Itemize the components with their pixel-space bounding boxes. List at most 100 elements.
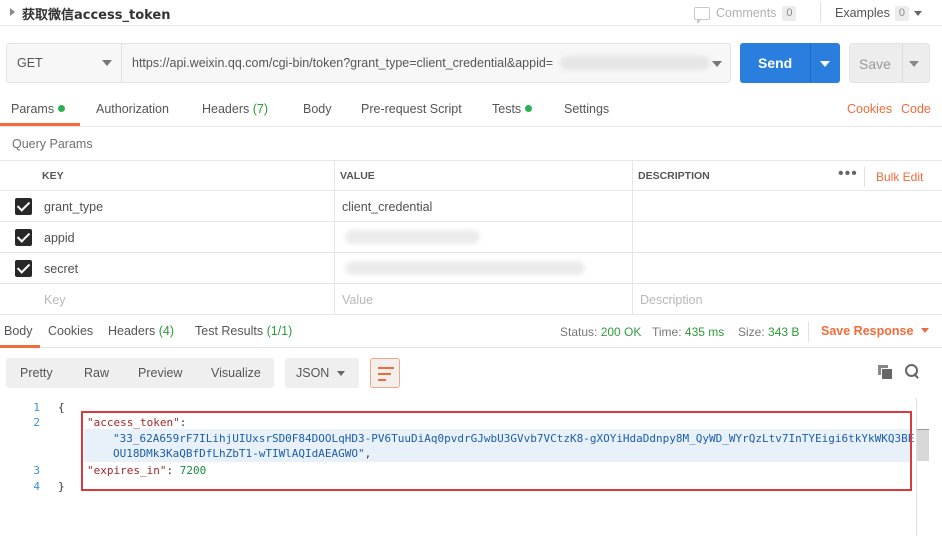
view-pretty-button[interactable]: Pretty: [20, 366, 53, 380]
query-params-title: Query Params: [12, 137, 93, 151]
line-number: 4: [33, 480, 40, 493]
param-checkbox[interactable]: [15, 229, 32, 246]
time-label: Time:: [652, 325, 682, 339]
redacted-value: [345, 230, 480, 244]
url-input[interactable]: https://api.weixin.qq.com/cgi-bin/token?…: [132, 56, 553, 70]
tab-headers-count: (7): [252, 102, 269, 116]
table-row: appid: [0, 222, 942, 253]
column-header-value: VALUE: [340, 170, 375, 182]
more-options-icon[interactable]: •••: [838, 165, 858, 183]
tab-prerequest-script[interactable]: Pre-request Script: [361, 102, 462, 116]
line-number: 2: [33, 416, 40, 429]
copy-icon[interactable]: [878, 365, 893, 380]
comments-button[interactable]: Comments 0: [694, 3, 797, 24]
active-dot-icon: [525, 105, 533, 112]
tab-tests-label: Tests: [492, 102, 522, 116]
tab-test-results-count: (1/1): [266, 324, 293, 338]
comments-count-badge: 0: [782, 5, 797, 21]
column-header-key: KEY: [42, 170, 64, 182]
param-value-cell[interactable]: [335, 253, 633, 284]
scrollbar-thumb[interactable]: [917, 429, 929, 461]
chevron-down-icon: [921, 328, 930, 333]
table-row: secret: [0, 253, 942, 284]
new-description-input[interactable]: Description: [640, 293, 703, 307]
param-description[interactable]: [633, 191, 942, 222]
tab-authorization[interactable]: Authorization: [96, 102, 169, 116]
view-visualize-button[interactable]: Visualize: [211, 366, 261, 380]
chevron-down-icon: [337, 371, 345, 376]
param-key[interactable]: secret: [44, 262, 78, 276]
bulk-edit-link[interactable]: Bulk Edit: [876, 170, 923, 184]
format-select[interactable]: JSON: [285, 358, 359, 388]
time-value: 435 ms: [684, 325, 725, 339]
active-tab-indicator: [0, 123, 80, 126]
tab-body[interactable]: Body: [303, 102, 332, 116]
chevron-down-icon: [102, 60, 112, 66]
url-bar: GET https://api.weixin.qq.com/cgi-bin/to…: [6, 43, 731, 83]
new-value-input[interactable]: Value: [342, 293, 373, 307]
divider: [864, 167, 865, 187]
comments-label: Comments: [716, 6, 777, 20]
params-header-row: KEY VALUE DESCRIPTION ••• Bulk Edit: [0, 160, 942, 192]
param-checkbox[interactable]: [15, 198, 32, 215]
param-checkbox[interactable]: [15, 260, 32, 277]
request-title-bar: 获取微信access_token Comments 0 Examples 0: [0, 0, 942, 26]
tab-test-results-label: Test Results: [195, 324, 264, 338]
size-readout: Size: 343 B: [738, 325, 799, 339]
active-tab-indicator: [0, 345, 40, 348]
status-readout: Status: 200 OK: [560, 325, 641, 339]
redacted-value: [345, 261, 585, 275]
param-value-cell[interactable]: [335, 222, 633, 253]
search-icon[interactable]: [905, 364, 919, 378]
send-options-chevron-icon[interactable]: [820, 61, 830, 67]
redacted-url-part: [560, 56, 710, 70]
save-response-label: Save Response: [821, 324, 914, 338]
tab-params[interactable]: Params: [11, 102, 66, 116]
tab-test-results[interactable]: Test Results (1/1): [195, 324, 292, 338]
save-label: Save: [859, 56, 891, 72]
url-history-chevron-icon[interactable]: [712, 61, 722, 67]
tab-settings[interactable]: Settings: [564, 102, 609, 116]
code-line: }: [58, 480, 65, 493]
param-key[interactable]: grant_type: [44, 200, 103, 214]
divider: [820, 2, 821, 22]
scrollbar[interactable]: [916, 398, 926, 536]
cookies-link[interactable]: Cookies: [847, 102, 892, 116]
examples-count-badge: 0: [894, 5, 909, 21]
tab-response-cookies[interactable]: Cookies: [48, 324, 93, 338]
status-value: 200 OK: [600, 325, 642, 339]
view-preview-button[interactable]: Preview: [138, 366, 182, 380]
method-label: GET: [17, 56, 43, 70]
comment-icon: [694, 6, 710, 24]
size-value: 343 B: [768, 325, 800, 339]
request-title[interactable]: 获取微信access_token: [22, 4, 171, 23]
code-link[interactable]: Code: [901, 102, 931, 116]
wrap-icon: [378, 367, 394, 381]
save-options-chevron-icon[interactable]: [909, 61, 919, 67]
response-body-editor[interactable]: 1 2 3 4 { "access_token": "33_62A659rF7I…: [0, 398, 942, 536]
param-description[interactable]: [633, 222, 942, 253]
line-number: 1: [33, 401, 40, 414]
wrap-lines-button[interactable]: [370, 358, 400, 388]
table-row: Key Value Description: [0, 284, 942, 315]
method-select[interactable]: GET: [7, 44, 122, 82]
save-button[interactable]: Save: [849, 43, 930, 83]
tab-response-body[interactable]: Body: [4, 324, 33, 338]
collapse-caret-icon[interactable]: [10, 8, 15, 16]
examples-dropdown[interactable]: Examples 0: [835, 3, 922, 23]
format-label: JSON: [296, 366, 330, 380]
save-response-button[interactable]: Save Response: [821, 324, 930, 338]
view-raw-button[interactable]: Raw: [84, 366, 109, 380]
tab-params-label: Params: [11, 102, 55, 116]
new-key-input[interactable]: Key: [44, 293, 66, 307]
table-row: grant_type client_credential: [0, 191, 942, 222]
examples-label: Examples: [835, 6, 890, 20]
param-value[interactable]: client_credential: [342, 200, 432, 214]
tab-response-headers[interactable]: Headers (4): [108, 324, 174, 338]
param-description[interactable]: [633, 253, 942, 284]
send-button[interactable]: Send: [740, 43, 840, 83]
tab-headers[interactable]: Headers (7): [202, 102, 268, 116]
tab-tests[interactable]: Tests: [492, 102, 533, 116]
tab-response-headers-count: (4): [158, 324, 175, 338]
param-key[interactable]: appid: [44, 231, 75, 245]
